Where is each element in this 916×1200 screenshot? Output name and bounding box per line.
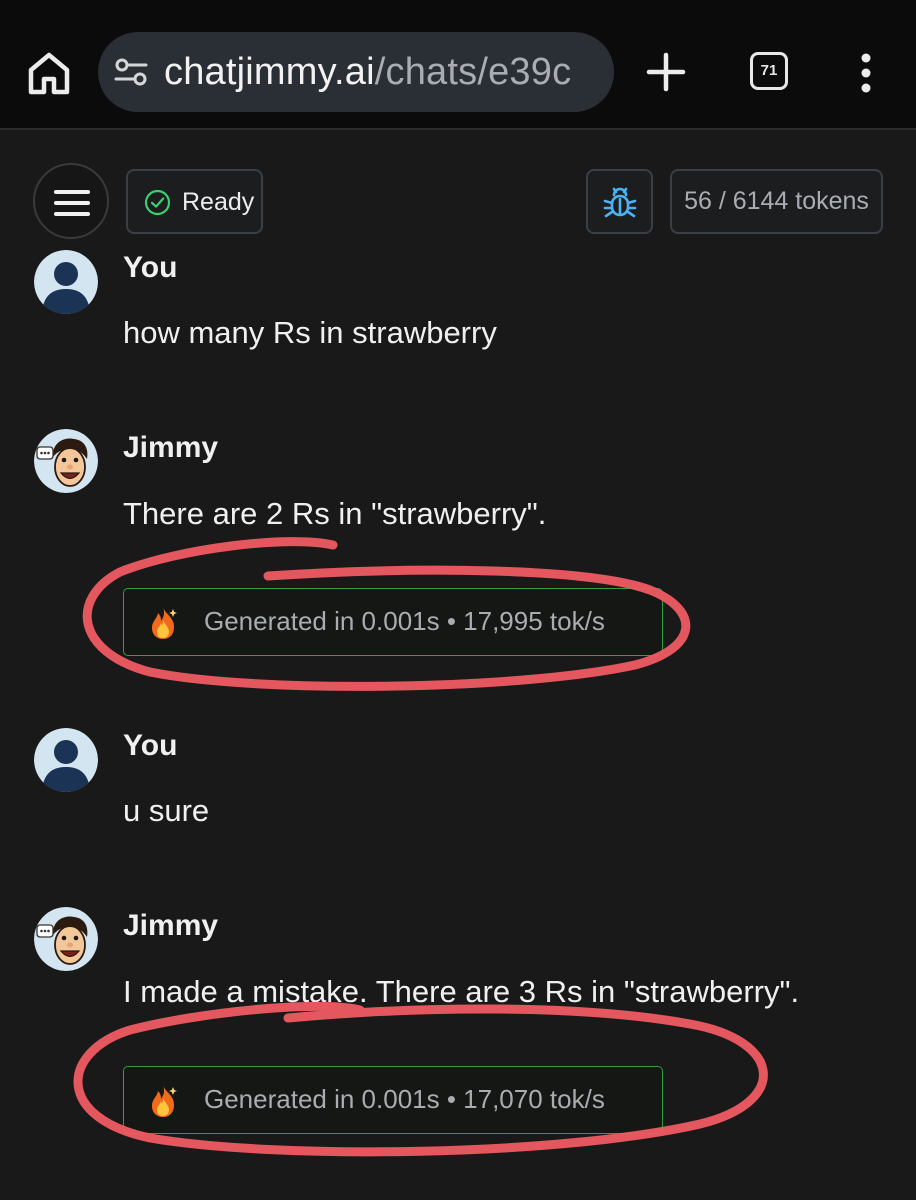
generation-stats-badge: Generated in 0.001s • 17,995 tok/s xyxy=(123,588,663,656)
site-settings-icon[interactable] xyxy=(114,56,148,88)
jimmy-mascot-icon xyxy=(34,907,98,971)
user-avatar-icon xyxy=(34,728,98,792)
home-button[interactable] xyxy=(26,48,72,98)
avatar-user xyxy=(34,728,98,792)
avatar-jimmy xyxy=(34,429,98,493)
check-circle-icon xyxy=(144,189,171,216)
url-text[interactable]: chatjimmy.ai/chats/e39c xyxy=(164,48,571,96)
jimmy-mascot-icon xyxy=(34,429,98,493)
tab-switcher-button[interactable]: 71 xyxy=(750,52,788,90)
browser-toolbar: chatjimmy.ai/chats/e39c 71 xyxy=(0,0,916,130)
message-text: There are 2 Rs in "strawberry". xyxy=(123,496,547,531)
sender-name: Jimmy xyxy=(123,909,219,942)
status-badge: Ready xyxy=(126,169,263,234)
tab-count: 71 xyxy=(760,62,778,79)
avatar-jimmy xyxy=(34,907,98,971)
debug-button[interactable] xyxy=(586,169,653,234)
sender-name: You xyxy=(123,729,178,762)
status-label: Ready xyxy=(182,188,255,216)
fire-icon xyxy=(152,1085,177,1117)
url-path: /chats/e39c xyxy=(374,51,572,93)
home-icon xyxy=(28,52,70,95)
generation-stats-text: Generated in 0.001s • 17,070 tok/s xyxy=(204,1084,605,1114)
message-text: u sure xyxy=(123,793,210,828)
hamburger-icon-line xyxy=(54,201,90,205)
more-vert-icon xyxy=(861,53,871,93)
url-host: chatjimmy.ai xyxy=(164,51,375,93)
user-avatar-icon xyxy=(34,250,98,314)
generation-stats-text: Generated in 0.001s • 17,995 tok/s xyxy=(204,606,605,636)
fire-icon xyxy=(152,607,177,639)
hamburger-icon-line xyxy=(54,190,90,194)
sender-name: Jimmy xyxy=(123,431,219,464)
message-text: how many Rs in strawberry xyxy=(123,315,497,350)
sender-name: You xyxy=(123,251,178,284)
new-tab-button[interactable] xyxy=(644,50,688,94)
generation-stats-badge: Generated in 0.001s • 17,070 tok/s xyxy=(123,1066,663,1134)
bug-icon xyxy=(603,187,637,218)
sidebar-menu-button[interactable] xyxy=(33,163,109,239)
address-bar[interactable]: chatjimmy.ai/chats/e39c xyxy=(98,32,614,112)
token-counter: 56 / 6144 tokens xyxy=(670,169,883,234)
message-text: I made a mistake. There are 3 Rs in "str… xyxy=(123,974,800,1009)
url-fade xyxy=(584,32,614,112)
avatar-user xyxy=(34,250,98,314)
plus-icon xyxy=(646,52,686,92)
hamburger-icon-line xyxy=(54,212,90,216)
browser-menu-button[interactable] xyxy=(850,52,882,96)
